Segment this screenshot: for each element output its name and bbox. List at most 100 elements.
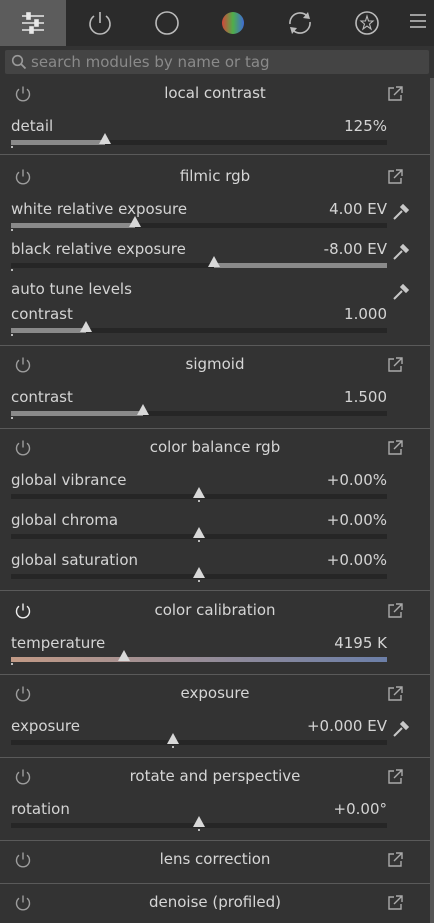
slider-label: rotation	[11, 800, 70, 818]
tab-color[interactable]	[200, 0, 266, 46]
module-search	[5, 50, 429, 74]
slider-label: detail	[11, 117, 54, 135]
slider-row[interactable]: black relative exposure -8.00 EV	[11, 240, 387, 271]
slider-tick	[172, 746, 174, 748]
presets-menu-button[interactable]	[408, 10, 428, 32]
slider-track[interactable]	[11, 487, 387, 499]
tab-power[interactable]	[67, 0, 133, 46]
module-divider	[0, 757, 430, 758]
module-header[interactable]: color balance rgb	[0, 433, 430, 465]
slider-handle[interactable]	[193, 487, 205, 498]
slider-handle[interactable]	[99, 133, 111, 144]
popout-icon[interactable]	[386, 851, 404, 873]
slider-handle[interactable]	[193, 527, 205, 538]
slider-track[interactable]	[11, 256, 387, 268]
slider-track[interactable]	[11, 527, 387, 539]
slider-value: -8.00 EV	[323, 240, 387, 258]
slider-handle[interactable]	[193, 567, 205, 578]
module-header[interactable]: local contrast	[0, 79, 430, 111]
module-divider	[0, 428, 430, 429]
module-header[interactable]: sigmoid	[0, 350, 430, 382]
slider-value: 4195 K	[334, 634, 387, 652]
slider-row[interactable]: temperature 4195 K	[11, 634, 387, 665]
slider-row[interactable]: detail 125%	[11, 117, 387, 148]
circle-icon	[155, 11, 179, 35]
module-header[interactable]: rotate and perspective	[0, 762, 430, 794]
popout-icon[interactable]	[386, 685, 404, 707]
popout-icon[interactable]	[386, 768, 404, 790]
popout-icon[interactable]	[386, 85, 404, 107]
slider-handle[interactable]	[137, 404, 149, 415]
slider-track[interactable]	[11, 404, 387, 416]
popout-icon[interactable]	[386, 168, 404, 190]
scrollbar-thumb[interactable]	[430, 78, 434, 923]
slider-track[interactable]	[11, 321, 387, 333]
slider-handle[interactable]	[129, 216, 141, 227]
slider-tick	[11, 229, 13, 231]
slider-row[interactable]: contrast 1.000	[11, 305, 387, 336]
slider-tick	[11, 146, 13, 148]
slider-row[interactable]: rotation +0.00°	[11, 800, 387, 831]
module-title: color balance rgb	[149, 438, 281, 456]
popout-icon[interactable]	[386, 439, 404, 461]
slider-label: auto tune levels	[11, 280, 132, 298]
popout-icon[interactable]	[386, 356, 404, 378]
slider-tick	[11, 269, 13, 271]
module-header[interactable]: color calibration	[0, 596, 430, 628]
tab-correct[interactable]	[267, 0, 333, 46]
slider-row[interactable]: exposure +0.000 EV	[11, 717, 387, 748]
slider-track[interactable]	[11, 816, 387, 828]
slider-label: global chroma	[11, 511, 119, 529]
slider-label: contrast	[11, 388, 73, 406]
module-header[interactable]: denoise (profiled)	[0, 888, 430, 920]
slider-fill	[11, 328, 86, 333]
slider-tick	[11, 334, 13, 336]
slider-handle[interactable]	[80, 321, 92, 332]
slider-label: contrast	[11, 305, 73, 323]
effects-icon	[355, 11, 379, 35]
color-picker-icon[interactable]	[390, 281, 412, 307]
search-input[interactable]	[31, 50, 421, 74]
module-divider	[0, 883, 430, 884]
slider-value: +0.000 EV	[306, 717, 387, 735]
slider-row[interactable]: white relative exposure 4.00 EV	[11, 200, 387, 231]
slider-track[interactable]	[11, 733, 387, 745]
power-icon	[89, 12, 111, 35]
color-picker-icon[interactable]	[390, 241, 412, 267]
slider-handle[interactable]	[167, 733, 179, 744]
color-picker-icon[interactable]	[390, 718, 412, 744]
slider-label: temperature	[11, 634, 106, 652]
module-divider	[0, 154, 430, 155]
slider-value: +0.00%	[326, 511, 387, 529]
module-header[interactable]: lens correction	[0, 845, 430, 877]
tab-effects[interactable]	[334, 0, 400, 46]
popout-icon[interactable]	[386, 894, 404, 916]
refresh-icon	[289, 12, 311, 34]
module-header[interactable]: filmic rgb	[0, 162, 430, 194]
slider-row[interactable]: contrast 1.500	[11, 388, 387, 419]
slider-row[interactable]: global saturation +0.00%	[11, 551, 387, 582]
slider-row[interactable]: global chroma +0.00%	[11, 511, 387, 542]
slider-handle[interactable]	[118, 650, 130, 661]
slider-handle[interactable]	[208, 256, 220, 267]
module-title: lens correction	[159, 850, 271, 868]
popout-icon[interactable]	[386, 602, 404, 624]
slider-fill	[11, 223, 135, 228]
slider-handle[interactable]	[193, 816, 205, 827]
slider-tick	[198, 540, 200, 542]
slider-track[interactable]	[11, 216, 387, 228]
slider-track[interactable]	[11, 133, 387, 145]
slider-value: 125%	[344, 117, 387, 135]
tab-active-modules[interactable]	[0, 0, 66, 46]
color-picker-icon[interactable]	[390, 201, 412, 227]
module-header[interactable]: exposure	[0, 679, 430, 711]
slider-value: 4.00 EV	[329, 200, 387, 218]
slider-track[interactable]	[11, 567, 387, 579]
slider-row[interactable]: global vibrance +0.00%	[11, 471, 387, 502]
module-divider	[0, 590, 430, 591]
tab-base[interactable]	[134, 0, 200, 46]
scrollbar[interactable]	[430, 78, 434, 923]
module-title: exposure	[180, 684, 250, 702]
slider-value: +0.00°	[333, 800, 387, 818]
slider-track[interactable]	[11, 650, 387, 662]
